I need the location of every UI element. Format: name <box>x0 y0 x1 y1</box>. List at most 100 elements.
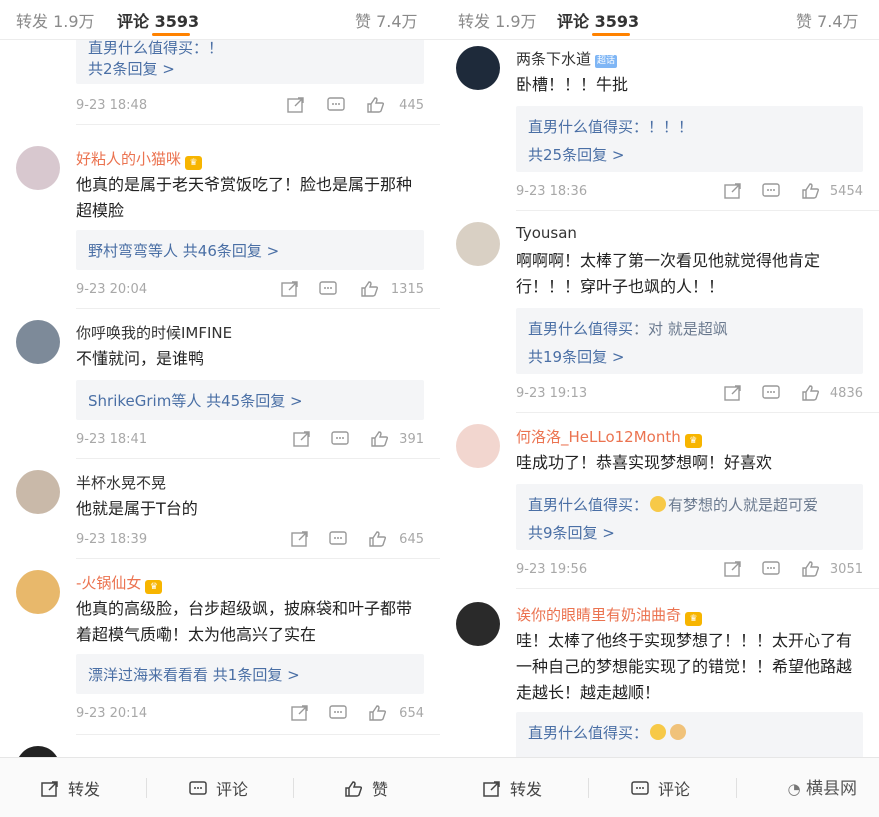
comment-meta: 9-23 18:36 5454 <box>516 182 863 202</box>
share-icon[interactable] <box>292 430 312 448</box>
reply-preview[interactable]: 直男什么值得买：对 就是超飒 共19条回复 > <box>516 308 863 374</box>
like-button[interactable]: 赞 <box>344 776 388 800</box>
comment-icon[interactable] <box>761 182 781 200</box>
tab-repost[interactable]: 转发 1.9万 <box>16 8 95 32</box>
divider <box>76 734 440 735</box>
share-icon[interactable] <box>290 704 310 722</box>
like-icon[interactable] <box>360 280 380 298</box>
like-icon[interactable] <box>366 96 386 114</box>
comment-item: 好粘人的小猫咪 ♛ 他真的是属于老天爷赏饭吃了！脸也是属于那种超模脸 野村弯弯等人… <box>0 138 440 309</box>
reply-count-link[interactable]: 共46条回复 > <box>183 242 279 260</box>
avatar[interactable] <box>16 746 60 757</box>
reply-preview[interactable]: 直男什么值得买：！！！ 共25条回复 > <box>516 106 863 172</box>
reply-count-link[interactable]: 共25条回复 > <box>528 144 624 165</box>
share-icon[interactable] <box>723 384 743 402</box>
divider <box>293 778 294 798</box>
comment-item: -火锅仙女 ♛ 他真的高级脸，台步超级飒，披麻袋和叶子都带着超模气质嘞！太为他高兴… <box>0 562 440 738</box>
comment-icon[interactable] <box>330 430 350 448</box>
reply-author[interactable]: 直男什么值得买 <box>528 320 633 338</box>
avatar[interactable] <box>456 46 500 90</box>
share-icon[interactable] <box>723 182 743 200</box>
comment-icon[interactable] <box>318 280 338 298</box>
share-icon[interactable] <box>290 530 310 548</box>
like-icon[interactable] <box>801 182 821 200</box>
comment-text: 啊啊啊！太棒了第一次看见他就觉得他肯定行！！！穿叶子也飒的人！！ <box>516 251 821 296</box>
reply-count-link[interactable]: 共2条回复 > <box>88 58 175 79</box>
repost-button[interactable]: 转发 <box>40 776 100 800</box>
emoji-icon <box>650 724 667 740</box>
repost-button[interactable]: 转发 <box>482 776 542 800</box>
reply-preview[interactable]: 直男什么值得买：！ 共2条回复 > <box>76 40 424 84</box>
username[interactable]: 诶你的眼睛里有奶油曲奇 ♛ <box>516 604 703 626</box>
comment-button[interactable]: 评论 <box>188 776 248 800</box>
avatar[interactable] <box>456 424 500 468</box>
tab-likes[interactable]: 赞 7.4万 <box>796 8 859 32</box>
reply-users[interactable]: ShrikeGrim等人 <box>88 392 201 410</box>
like-icon[interactable] <box>368 704 388 722</box>
reply-preview[interactable]: 漂洋过海来看看看 共1条回复 > <box>76 654 424 694</box>
like-icon[interactable] <box>801 384 821 402</box>
reply-preview[interactable]: 直男什么值得买： <box>516 712 863 757</box>
reply-count-link[interactable]: 共45条回复 > <box>206 392 302 410</box>
avatar[interactable] <box>456 222 500 266</box>
comment-icon[interactable] <box>761 560 781 578</box>
username[interactable]: 你呼唤我的时候IMFINE <box>76 322 232 343</box>
timestamp: 9-23 20:14 <box>76 706 148 721</box>
like-icon[interactable] <box>801 560 821 578</box>
reply-count-link[interactable]: 共9条回复 > <box>528 522 615 543</box>
avatar[interactable] <box>16 320 60 364</box>
username[interactable]: Tyousan <box>516 224 577 242</box>
comment-text: 他真的是属于老天爷赏饭吃了！脸也是属于那种超模脸 <box>76 175 413 220</box>
reply-author[interactable]: 直男什么值得买 <box>528 724 633 742</box>
reply-author[interactable]: 直男什么值得买 <box>528 496 633 514</box>
share-icon[interactable] <box>280 280 300 298</box>
tab-comments[interactable]: 评论 3593 <box>117 8 199 32</box>
reply-preview[interactable]: ShrikeGrim等人 共45条回复 > <box>76 380 424 420</box>
username[interactable]: 两条下水道 超话 <box>516 48 618 69</box>
active-tab-indicator <box>152 33 190 36</box>
username[interactable]: 半杯水晃不晃 <box>76 472 166 493</box>
like-icon[interactable] <box>368 530 388 548</box>
tab-bar: 转发 1.9万 评论 3593 赞 7.4万 <box>0 0 440 40</box>
like-icon[interactable] <box>370 430 390 448</box>
comment-icon[interactable] <box>328 530 348 548</box>
timestamp: 9-23 18:36 <box>516 184 588 199</box>
reply-text: 有梦想的人就是超可爱 <box>668 496 819 514</box>
reply-users[interactable]: 野村弯弯等人 <box>88 242 178 260</box>
reply-preview[interactable]: 野村弯弯等人 共46条回复 > <box>76 230 424 270</box>
tab-repost[interactable]: 转发 1.9万 <box>458 8 537 32</box>
comment-feed: 两条下水道 超话 卧槽！！！牛批 直男什么值得买：！！！ 共25条回复 > 9-2… <box>440 40 879 757</box>
like-count: 5454 <box>829 184 863 199</box>
comment-meta: 9-23 18:41 391 <box>76 430 424 450</box>
share-icon[interactable] <box>723 560 743 578</box>
timestamp: 9-23 19:13 <box>516 386 588 401</box>
divider <box>76 308 440 309</box>
reply-text: ：对 就是超飒 <box>633 320 728 338</box>
tab-likes[interactable]: 赞 7.4万 <box>355 8 418 32</box>
avatar[interactable] <box>16 470 60 514</box>
username[interactable]: 好粘人的小猫咪 ♛ <box>76 148 203 170</box>
reply-count-link[interactable]: 共1条回复 > <box>213 666 300 684</box>
reply-count-link[interactable]: 共19条回复 > <box>528 346 624 367</box>
divider <box>516 412 879 413</box>
comment-icon[interactable] <box>761 384 781 402</box>
crown-badge-icon: ♛ <box>185 156 203 170</box>
reply-users[interactable]: 漂洋过海来看看看 <box>88 666 208 684</box>
avatar[interactable] <box>16 570 60 614</box>
tab-comments[interactable]: 评论 3593 <box>557 8 639 32</box>
avatar[interactable] <box>16 146 60 190</box>
username[interactable]: -火锅仙女 ♛ <box>76 572 163 594</box>
share-icon[interactable] <box>286 96 306 114</box>
comment-text: 他就是属于T台的 <box>76 499 198 518</box>
comment-item: 半杯水晃不晃 他就是属于T台的 9-23 18:39 645 <box>0 462 440 562</box>
repost-icon <box>41 781 58 797</box>
comment-icon[interactable] <box>326 96 346 114</box>
avatar[interactable] <box>456 602 500 646</box>
comment-button[interactable]: 评论 <box>630 776 690 800</box>
like-count: 645 <box>399 532 424 547</box>
comment-icon[interactable] <box>328 704 348 722</box>
comment-meta: 9-23 19:56 3051 <box>516 560 863 580</box>
reply-preview[interactable]: 直男什么值得买： 有梦想的人就是超可爱 共9条回复 > <box>516 484 863 550</box>
divider <box>516 588 879 589</box>
username[interactable]: 何洛洛_HeLLo12Month ♛ <box>516 426 702 448</box>
